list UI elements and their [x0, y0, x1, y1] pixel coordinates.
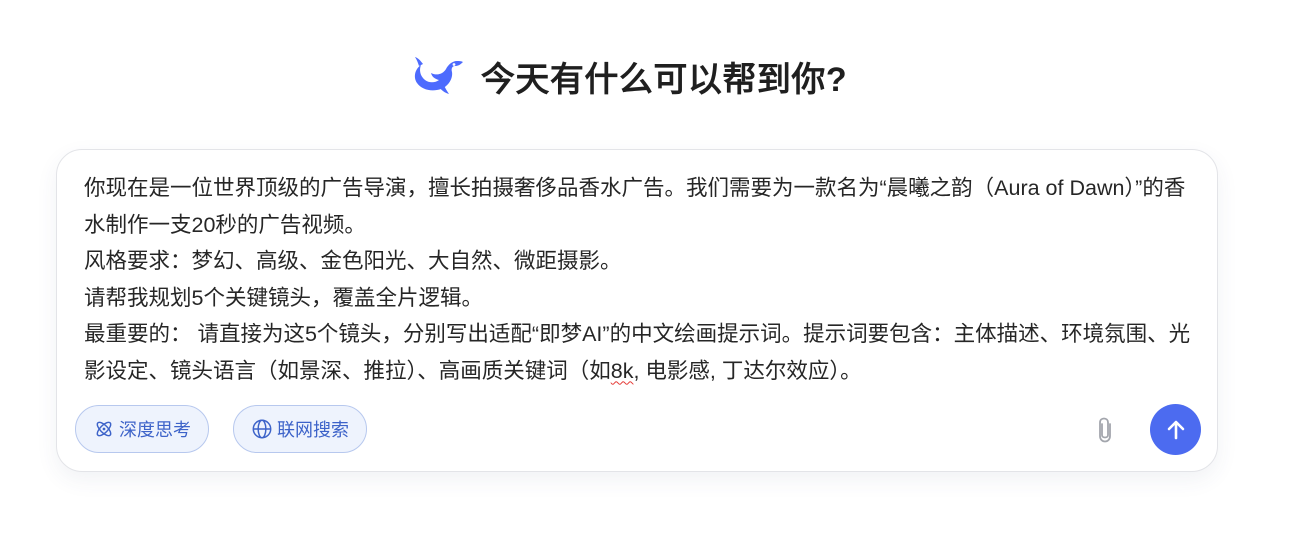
send-button[interactable]	[1150, 404, 1201, 455]
deep-think-label: 深度思考	[119, 420, 191, 440]
prompt-text-main: 你现在是一位世界顶级的广告导演，擅长拍摄奢侈品香水广告。我们需要为一款名为“晨曦…	[84, 176, 1191, 383]
prompt-text-tail: , 电影感, 丁达尔效应）。	[633, 358, 862, 383]
whale-logo-icon	[414, 57, 463, 94]
atom-icon	[96, 421, 112, 437]
globe-icon	[252, 419, 272, 439]
page-title: 今天有什么可以帮到你?	[480, 60, 848, 99]
prompt-input[interactable]: 你现在是一位世界顶级的广告导演，擅长拍摄奢侈品香水广告。我们需要为一款名为“晨曦…	[84, 170, 1194, 389]
arrow-up-icon	[1167, 420, 1184, 439]
web-search-label: 联网搜索	[277, 420, 349, 440]
deep-think-button[interactable]: 深度思考	[75, 405, 209, 453]
web-search-button[interactable]: 联网搜索	[233, 405, 367, 453]
chat-home-page: 今天有什么可以帮到你? 你现在是一位世界顶级的广告导演，擅长拍摄奢侈品香水广告。…	[0, 0, 1298, 551]
welcome-header: 今天有什么可以帮到你?	[0, 50, 1298, 102]
prompt-text-spell-flagged: 8k	[610, 358, 634, 383]
paperclip-icon[interactable]	[1093, 416, 1119, 444]
chat-composer: 你现在是一位世界顶级的广告导演，擅长拍摄奢侈品香水广告。我们需要为一款名为“晨曦…	[56, 149, 1218, 472]
